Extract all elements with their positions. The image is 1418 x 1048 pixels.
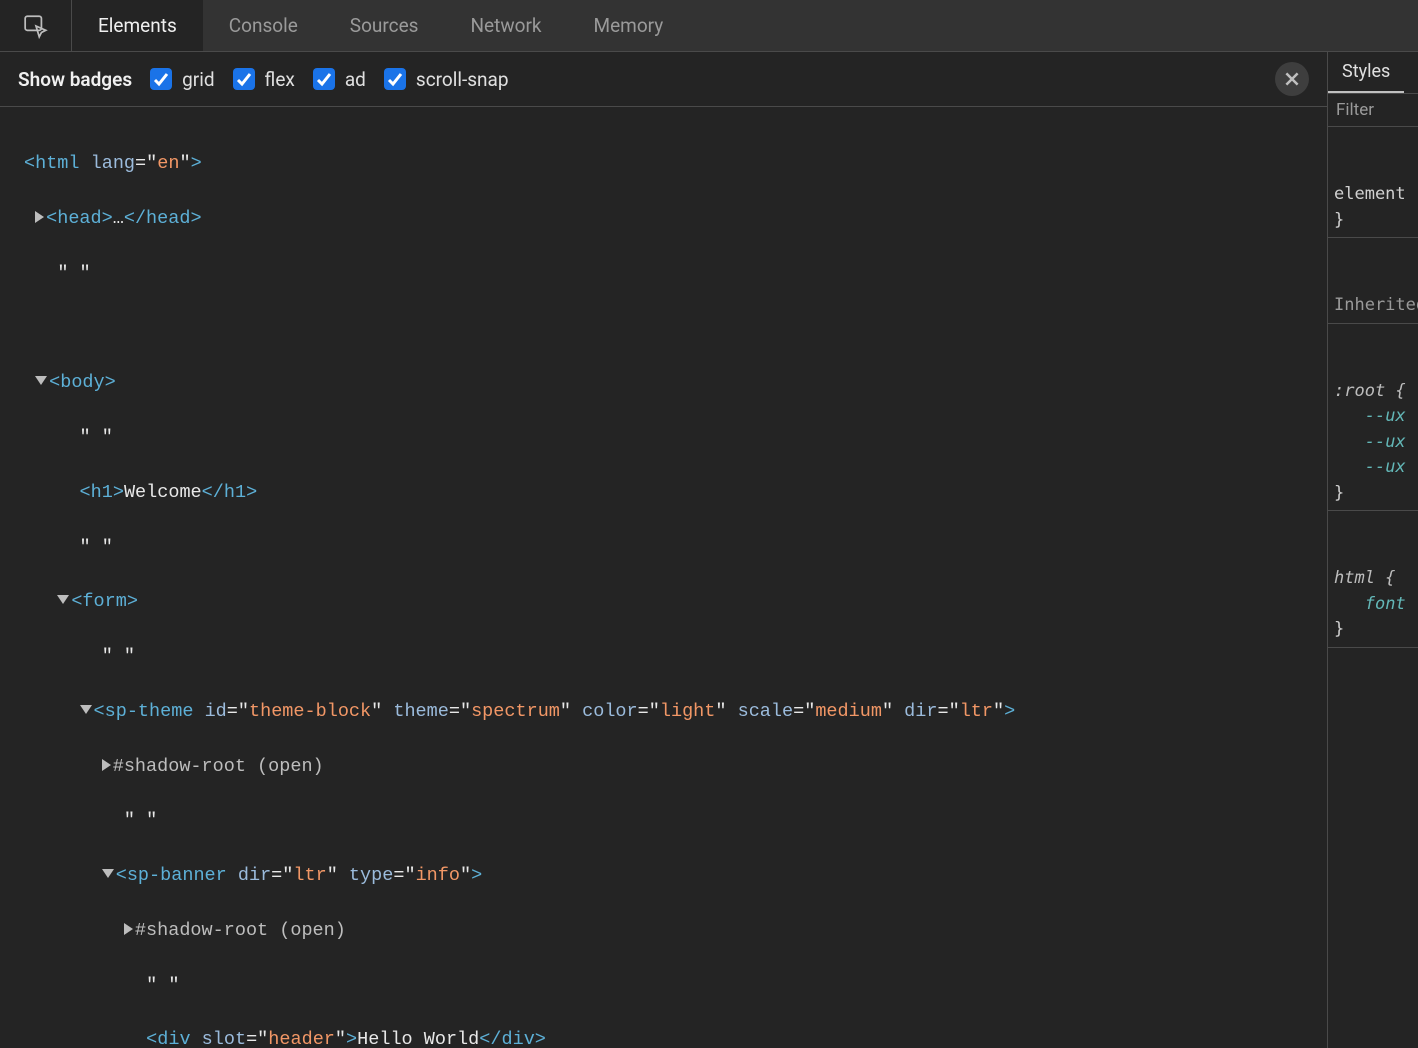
panel-tabs: Elements Console Sources Network Memory <box>72 0 689 51</box>
collapse-arrow-icon[interactable] <box>102 869 114 878</box>
badge-item-ad: ad <box>313 68 366 91</box>
tab-network[interactable]: Network <box>444 0 567 51</box>
badge-label: grid <box>182 68 214 91</box>
tab-elements[interactable]: Elements <box>72 0 203 51</box>
collapse-arrow-icon[interactable] <box>57 595 69 604</box>
dom-node-sp-banner[interactable]: <sp-banner dir="ltr" type="info"> <box>24 862 1327 889</box>
dom-shadow-root[interactable]: #shadow-root (open) <box>24 917 1327 944</box>
dom-node-body[interactable]: <body> <box>24 369 1327 396</box>
inherited-label: Inherited <box>1328 289 1418 324</box>
collapse-arrow-icon[interactable] <box>35 376 47 385</box>
collapse-arrow-icon[interactable] <box>80 705 92 714</box>
styles-sidebar: Styles Filter element } Inherited :root … <box>1328 52 1418 1048</box>
tab-memory[interactable]: Memory <box>568 0 690 51</box>
badge-checkbox-scroll-snap[interactable] <box>384 68 406 90</box>
dom-node-head[interactable]: <head>…</head> <box>24 205 1327 232</box>
badge-item-grid: grid <box>150 68 214 91</box>
dom-whitespace: " " <box>24 807 1327 834</box>
inspect-icon <box>23 13 49 39</box>
badge-label: scroll-snap <box>416 68 509 91</box>
dom-blank <box>24 315 1327 342</box>
dom-whitespace: " " <box>24 260 1327 287</box>
expand-arrow-icon[interactable] <box>35 211 44 223</box>
tab-styles[interactable]: Styles <box>1328 52 1404 93</box>
badge-label: ad <box>345 68 366 91</box>
badge-item-scroll-snap: scroll-snap <box>384 68 509 91</box>
close-badges-button[interactable] <box>1275 62 1309 96</box>
dom-node-html[interactable]: <html lang="en"> <box>24 150 1327 177</box>
devtools-tabbar: Elements Console Sources Network Memory <box>0 0 1418 52</box>
dom-whitespace: " " <box>24 534 1327 561</box>
check-icon <box>153 71 169 87</box>
dom-node-form[interactable]: <form> <box>24 588 1327 615</box>
element-style-section[interactable]: element } <box>1328 178 1418 238</box>
badge-checkbox-flex[interactable] <box>233 68 255 90</box>
check-icon <box>387 71 403 87</box>
inspect-element-button[interactable] <box>0 0 72 51</box>
styles-filter-input[interactable]: Filter <box>1328 94 1418 127</box>
dom-shadow-root[interactable]: #shadow-root (open) <box>24 753 1327 780</box>
dom-whitespace: " " <box>24 643 1327 670</box>
badges-toolbar: Show badges grid flex ad <box>0 52 1327 107</box>
tab-console[interactable]: Console <box>203 0 324 51</box>
badge-item-flex: flex <box>233 68 295 91</box>
badge-checkbox-grid[interactable] <box>150 68 172 90</box>
close-icon <box>1283 70 1301 88</box>
expand-arrow-icon[interactable] <box>124 923 133 935</box>
check-icon <box>316 71 332 87</box>
dom-node-div-header[interactable]: <div slot="header">Hello World</div> <box>24 1026 1327 1048</box>
dom-whitespace: " " <box>24 972 1327 999</box>
tab-sources[interactable]: Sources <box>324 0 445 51</box>
dom-whitespace: " " <box>24 424 1327 451</box>
styles-tabs: Styles <box>1328 52 1418 94</box>
check-icon <box>236 71 252 87</box>
badge-checkbox-ad[interactable] <box>313 68 335 90</box>
badges-label: Show badges <box>18 68 132 91</box>
expand-arrow-icon[interactable] <box>102 759 111 771</box>
badge-label: flex <box>265 68 295 91</box>
dom-node-h1[interactable]: <h1>Welcome</h1> <box>24 479 1327 506</box>
dom-tree[interactable]: <html lang="en"> <head>…</head> " " <bod… <box>0 107 1327 1048</box>
dom-node-sp-theme[interactable]: <sp-theme id="theme-block" theme="spectr… <box>24 698 1327 725</box>
root-rule[interactable]: :root { --ux --ux --ux } <box>1328 375 1418 512</box>
html-rule[interactable]: html { font } <box>1328 562 1418 648</box>
